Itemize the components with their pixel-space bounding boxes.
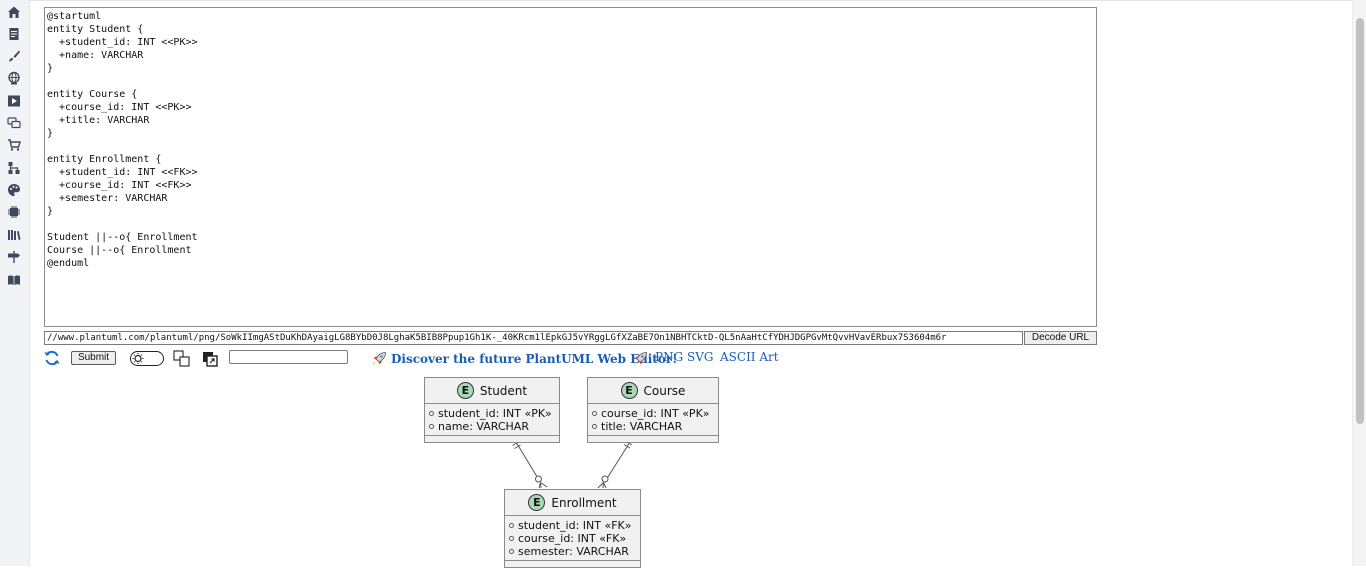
vertical-scrollbar[interactable] <box>1352 0 1366 566</box>
entity-attribute: title: VARCHAR <box>592 420 714 433</box>
entity-attributes: course_id: INT «PK» title: VARCHAR <box>588 404 718 436</box>
theme-toggle[interactable] <box>130 351 164 366</box>
many-crowfoot-mark <box>597 482 607 489</box>
decode-url-button[interactable]: Decode URL <box>1024 331 1097 345</box>
entity-course: E Course course_id: INT «PK» title: VARC… <box>587 377 719 443</box>
attribute-marker-icon <box>429 424 434 429</box>
open-new-window-icon[interactable] <box>202 351 218 367</box>
top-divider <box>30 0 1366 1</box>
entity-badge: E <box>456 382 474 399</box>
scrollbar-thumb[interactable] <box>1356 18 1364 424</box>
entity-badge: E <box>620 382 638 399</box>
source-editor[interactable]: @startuml entity Student { +student_id: … <box>44 7 1097 327</box>
entity-attributes: student_id: INT «FK» course_id: INT «FK»… <box>505 516 640 561</box>
attribute-marker-icon <box>509 549 514 554</box>
entity-attribute: name: VARCHAR <box>429 420 555 433</box>
globe-icon[interactable] <box>7 71 21 85</box>
entity-name: Enrollment <box>551 495 617 510</box>
format-select[interactable] <box>229 350 348 364</box>
play-icon[interactable] <box>7 94 21 108</box>
url-input[interactable]: //www.plantuml.com/plantuml/png/SoWkIImg… <box>44 331 1023 345</box>
one-mandatory-mark <box>623 444 631 449</box>
attribute-marker-icon <box>429 411 434 416</box>
student-enrollment-link <box>515 441 540 481</box>
entity-header: E Course <box>588 378 718 404</box>
sitemap-icon[interactable] <box>7 161 21 175</box>
svg-link[interactable]: SVG <box>687 350 713 364</box>
entity-enrollment: E Enrollment student_id: INT «FK» course… <box>504 489 641 568</box>
chip-icon[interactable] <box>7 205 21 219</box>
zero-optional-mark <box>535 475 542 483</box>
palette-icon[interactable] <box>7 183 21 197</box>
copy-icon[interactable] <box>173 350 190 367</box>
entity-header: E Student <box>425 378 559 404</box>
entity-header: E Enrollment <box>505 490 640 516</box>
brush-icon[interactable] <box>7 49 21 63</box>
document-icon[interactable] <box>7 27 21 41</box>
many-crowfoot-mark <box>538 482 548 489</box>
entity-name: Student <box>479 383 528 398</box>
entity-attribute: student_id: INT «FK» <box>509 519 636 532</box>
library-icon[interactable] <box>7 228 21 242</box>
attribute-marker-icon <box>592 424 597 429</box>
rocket-icon <box>632 351 648 367</box>
chat-icon[interactable] <box>7 116 21 130</box>
entity-attribute: course_id: INT «FK» <box>509 532 636 545</box>
submit-button[interactable]: Submit <box>71 351 116 365</box>
refresh-icon[interactable] <box>43 349 61 367</box>
entity-attribute: student_id: INT «PK» <box>429 407 555 420</box>
attribute-marker-icon <box>509 523 514 528</box>
entity-badge: E <box>528 494 546 511</box>
entity-student: E Student student_id: INT «PK» name: VAR… <box>424 377 560 443</box>
entity-attribute: course_id: INT «PK» <box>592 407 714 420</box>
png-link[interactable]: PNG <box>655 350 683 364</box>
signpost-icon[interactable] <box>7 250 21 264</box>
attribute-marker-icon <box>509 536 514 541</box>
rocket-icon <box>371 351 387 367</box>
attribute-marker-icon <box>592 411 597 416</box>
zero-optional-mark <box>601 475 609 483</box>
entity-attributes: student_id: INT «PK» name: VARCHAR <box>425 404 559 436</box>
sidebar-rail <box>0 0 30 566</box>
entity-attribute: semester: VARCHAR <box>509 545 636 558</box>
entity-name: Course <box>643 383 686 398</box>
ascii-art-link[interactable]: ASCII Art <box>720 350 779 364</box>
book-icon[interactable] <box>7 273 21 287</box>
course-enrollment-link <box>605 441 631 481</box>
cart-icon[interactable] <box>7 138 21 152</box>
home-icon[interactable] <box>7 5 21 19</box>
one-mandatory-mark <box>514 444 521 449</box>
